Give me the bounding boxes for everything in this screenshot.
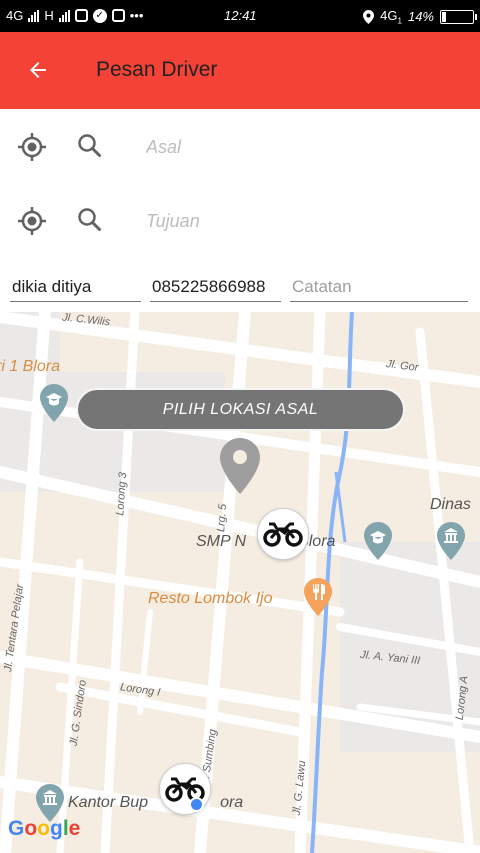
network-type-2: H [44,8,54,23]
facebook-icon [111,9,125,22]
app-bar: Pesan Driver [0,32,480,109]
poi-label-resto: Resto Lombok Ijo [148,590,273,607]
signal-icon-2 [58,9,70,22]
destination-row [0,191,480,251]
network-type-1: 4G [6,8,24,23]
search-destination-button[interactable] [76,206,104,234]
search-origin-button[interactable] [76,132,104,160]
status-bar: 4G H ✓ ••• 12:41 4G1 14% [0,0,480,32]
origin-input[interactable] [146,131,456,163]
search-icon [78,134,101,157]
restaurant-poi-icon[interactable] [304,578,332,621]
government-poi-icon[interactable] [437,522,465,565]
battery-icon [440,9,477,24]
poi-label-blora: ri 1 Blora [0,358,61,375]
my-location-dot [189,797,204,812]
note-field[interactable] [290,272,468,302]
pick-origin-location-button[interactable]: PILIH LOKASI ASAL [76,388,405,431]
center-pin-icon [220,438,260,499]
origin-row [0,117,480,177]
arrow-back-icon [30,62,46,78]
name-field[interactable] [10,272,141,302]
school-poi-icon[interactable] [364,522,392,565]
check-icon: ✓ [92,8,107,23]
my-location-destination-button[interactable] [16,205,48,237]
poi-label-dinas: Dinas [430,496,471,513]
school-poi-icon[interactable] [40,384,68,427]
map-view[interactable]: Jl. C.Wilis Jl. Gor Lorong 3 Lrg. 5 Jl. … [0,312,480,853]
phone-field[interactable] [150,272,281,302]
page-title: Pesan Driver [96,58,218,81]
street-label: Lrg. 5 [215,503,230,533]
network-type-3: 4G1 [380,8,402,26]
driver-marker[interactable] [257,508,309,560]
my-location-origin-button[interactable] [16,131,48,163]
back-button[interactable] [22,54,54,86]
location-icon [363,9,375,24]
motorcycle-icon [263,522,303,547]
search-icon [78,208,101,231]
signal-icon [28,9,40,22]
poi-label-kantor: Kantor Bup ora [68,794,244,811]
google-logo: Google [8,817,81,840]
my-location-icon [18,207,46,235]
more-notifications-icon: ••• [129,8,144,23]
destination-input[interactable] [146,205,456,237]
clock: 12:41 [224,8,257,23]
instagram-icon [74,9,88,22]
battery-percent: 14% [407,9,434,25]
my-location-icon [18,133,46,161]
